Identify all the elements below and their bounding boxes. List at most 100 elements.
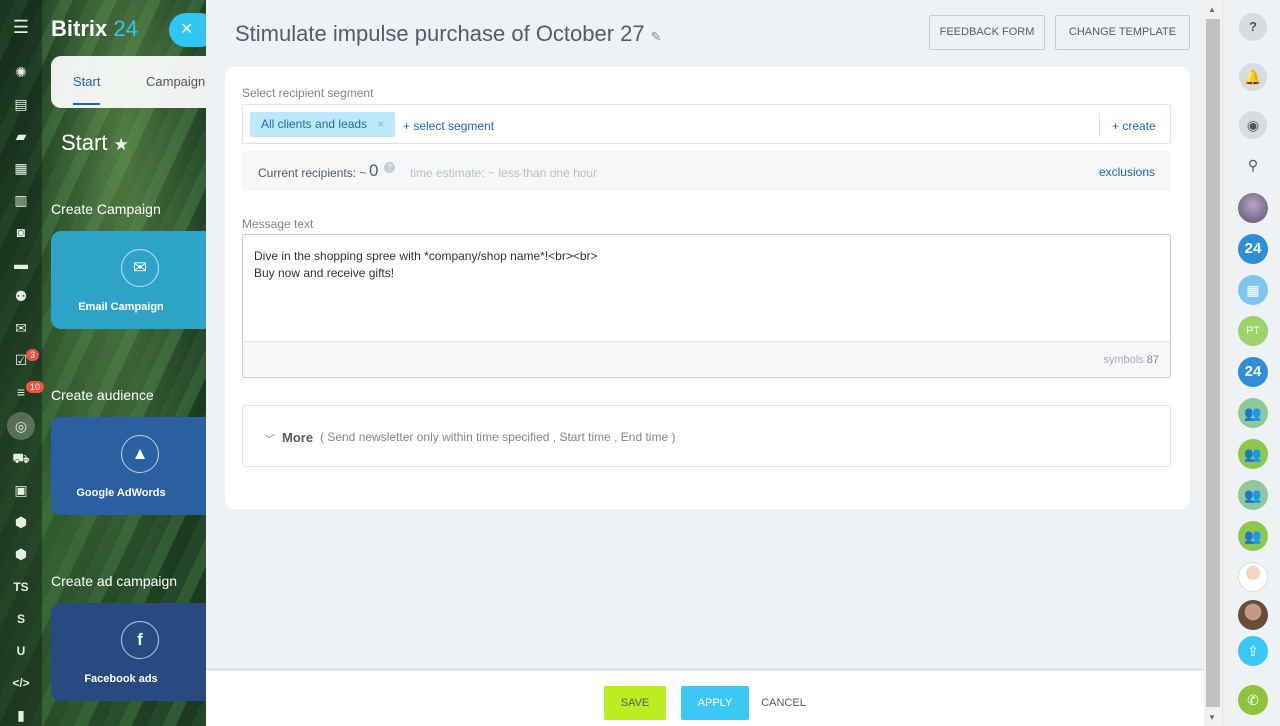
robot-icon[interactable]: ◙ — [11, 222, 31, 242]
message-footer: symbols 87 — [243, 341, 1170, 377]
tile-facebook-ads[interactable]: f Facebook ads — [51, 603, 211, 701]
apply-button[interactable]: APPLY — [681, 686, 749, 720]
chip-remove-icon[interactable]: × — [377, 117, 384, 131]
messenger-icon[interactable]: ◉ — [1239, 111, 1267, 139]
screen-share-icon[interactable]: ⇪ — [1238, 636, 1268, 666]
sidebar-title-text: Start — [61, 130, 108, 155]
menu-icon[interactable]: ☰ — [11, 17, 31, 37]
cart-icon[interactable]: ⛟ — [11, 448, 31, 468]
section-create-audience: Create audience — [51, 387, 154, 403]
cancel-button[interactable]: CANCEL — [761, 686, 806, 720]
vertical-scrollbar[interactable]: ▲ ▼ — [1204, 0, 1222, 726]
main-panel: Stimulate impulse purchase of October 27… — [206, 0, 1204, 726]
more-label[interactable]: More — [282, 430, 313, 445]
edit-pencil-icon[interactable]: ✎ — [651, 29, 662, 44]
chevron-down-icon[interactable]: ﹀ — [264, 431, 275, 447]
recipients-bar: Current recipients: ~ 0 ? time estimate:… — [242, 151, 1171, 191]
tasks-badge: 3 — [26, 349, 40, 361]
docs-icon[interactable]: ▥ — [11, 190, 31, 210]
form-footer: SAVE APPLY CANCEL — [206, 668, 1204, 726]
calendar-icon[interactable]: ▦ — [11, 158, 31, 178]
tile-label: Facebook ads — [84, 673, 158, 685]
filter-badge: 10 — [26, 381, 45, 393]
save-button[interactable]: SAVE — [604, 686, 666, 720]
logo-number: 24 — [113, 16, 138, 41]
bell-icon[interactable]: 🔔 — [1239, 63, 1267, 91]
scroll-down-icon[interactable]: ▼ — [1208, 713, 1216, 722]
group-chat-icon[interactable]: 👥 — [1238, 398, 1268, 428]
message-line-1: Dive in the shopping spree with *company… — [254, 249, 598, 263]
segment-divider — [1099, 113, 1100, 137]
segment-chip-label: All clients and leads — [261, 117, 368, 131]
chat-icon[interactable]: ▰ — [11, 126, 31, 146]
box2-icon[interactable]: ⬢ — [11, 544, 31, 564]
calendar-avatar-icon[interactable]: ▦ — [1238, 275, 1268, 305]
help-icon[interactable]: ? — [384, 162, 395, 173]
marketing-icon[interactable]: ◎ — [7, 412, 35, 440]
more-params: ( Send newsletter only within time speci… — [320, 430, 676, 444]
code-icon[interactable]: </> — [11, 673, 31, 693]
segment-label: Select recipient segment — [242, 86, 374, 100]
box-icon[interactable]: ⬢ — [11, 512, 31, 532]
more-settings-panel[interactable]: ﹀ More ( Send newsletter only within tim… — [242, 405, 1171, 467]
help-circle-icon[interactable]: ? — [1239, 13, 1267, 41]
campaign-form-card: Select recipient segment All clients and… — [225, 67, 1190, 509]
page-title: Stimulate impulse purchase of October 27… — [235, 21, 662, 47]
tile-label: Email Campaign — [78, 301, 164, 313]
groups-icon[interactable]: ⚉ — [11, 286, 31, 306]
feedback-form-button[interactable]: FEEDBACK FORM — [929, 15, 1045, 50]
contact-center-icon[interactable]: ▣ — [11, 480, 31, 500]
bitrix24-avatar-2[interactable]: 24 — [1238, 357, 1268, 387]
section-create-campaign: Create Campaign — [51, 201, 161, 217]
avatar-user[interactable] — [1238, 562, 1268, 592]
tab-campaign[interactable]: Campaign — [146, 74, 205, 89]
stream-icon[interactable]: ✺ — [11, 62, 31, 82]
avatar-group-photo[interactable] — [1238, 193, 1268, 223]
exclusions-link[interactable]: exclusions — [1099, 165, 1155, 179]
phone-icon[interactable]: ✆ — [1238, 685, 1268, 715]
segment-selector[interactable]: All clients and leads × + select segment … — [242, 104, 1171, 144]
group-chat-icon[interactable]: 👥 — [1238, 480, 1268, 510]
section-create-ad-campaign: Create ad campaign — [51, 573, 178, 589]
ts-text-icon[interactable]: TS — [11, 577, 31, 597]
facebook-icon: f — [121, 621, 159, 659]
avatar-user[interactable] — [1238, 600, 1268, 630]
email-icon: ✉ — [121, 249, 159, 287]
create-segment-link[interactable]: + create — [1112, 119, 1156, 133]
adwords-icon: ▲ — [121, 435, 159, 473]
symbols-label: symbols — [1103, 354, 1144, 366]
segment-chip[interactable]: All clients and leads × — [250, 112, 396, 137]
avatar-pt[interactable]: PT — [1238, 316, 1268, 346]
recipients-count: 0 — [369, 161, 379, 180]
search-icon[interactable]: ⚲ — [1238, 150, 1268, 180]
logo-main: Bitrix — [51, 16, 108, 41]
page-title-text: Stimulate impulse purchase of October 27 — [235, 21, 645, 46]
group-chat-icon[interactable]: 👥 — [1238, 521, 1268, 551]
left-icon-rail: ☰ ✺ ▤ ▰ ▦ ▥ ◙ ▬ ⚉ ✉ ☑ 3 ≡ 10 ◎ ⛟ ▣ ⬢ ⬢ T… — [0, 0, 45, 726]
sidebar-title: Start ★ — [61, 130, 129, 156]
s-text-icon[interactable]: S — [11, 609, 31, 629]
scroll-up-icon[interactable]: ▲ — [1208, 5, 1216, 14]
bitrix-logo[interactable]: Bitrix 24 — [51, 16, 138, 42]
message-content[interactable]: Dive in the shopping spree with *company… — [254, 248, 598, 282]
tasks-icon[interactable]: ▤ — [11, 94, 31, 114]
tile-label: Google AdWords — [76, 487, 166, 499]
sidebar-tabs: Start Campaign — [51, 56, 211, 108]
star-icon[interactable]: ★ — [113, 135, 128, 154]
time-estimate: time estimate: ~ less than one hour — [410, 166, 598, 180]
message-line-2: Buy now and receive gifts! — [254, 266, 395, 280]
bitrix24-avatar[interactable]: 24 — [1238, 234, 1268, 264]
change-template-button[interactable]: CHANGE TEMPLATE — [1055, 15, 1190, 50]
scroll-thumb[interactable] — [1206, 19, 1220, 707]
right-rail: ? 🔔 ◉ ⚲ 24 ▦ PT 24 👥 👥 👥 👥 ⇪ ✆ — [1222, 0, 1280, 726]
tile-google-adwords[interactable]: ▲ Google AdWords — [51, 417, 211, 515]
group-chat-icon[interactable]: 👥 — [1238, 439, 1268, 469]
select-segment-link[interactable]: + select segment — [403, 119, 494, 133]
tile-email-campaign[interactable]: ✉ Email Campaign — [51, 231, 211, 329]
u-text-icon[interactable]: U — [11, 641, 31, 661]
drive-icon[interactable]: ▬ — [11, 254, 31, 274]
mail-icon[interactable]: ✉ — [11, 318, 31, 338]
tab-start[interactable]: Start — [73, 74, 101, 105]
more-icon[interactable]: ▮ — [11, 705, 31, 725]
message-textarea[interactable]: Dive in the shopping spree with *company… — [242, 234, 1171, 378]
